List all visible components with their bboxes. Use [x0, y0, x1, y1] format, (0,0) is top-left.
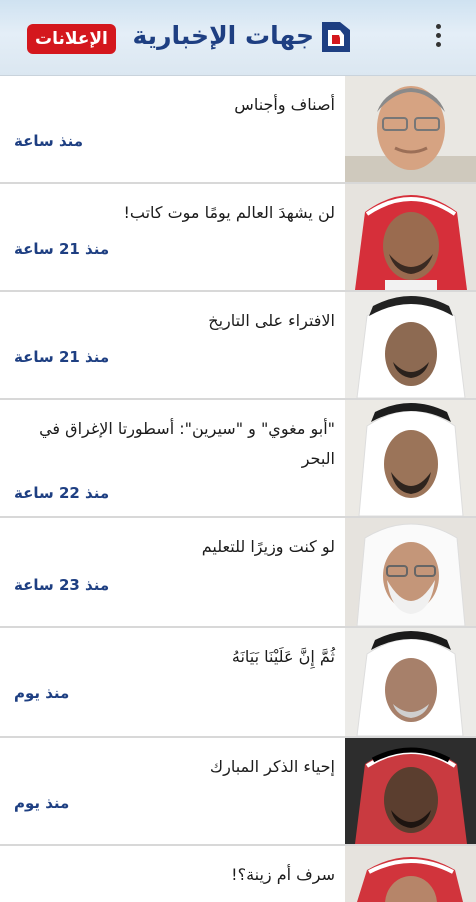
article-time: منذ يوم: [14, 794, 70, 812]
article-row[interactable]: الافتراء على التاريخ منذ 21 ساعة: [0, 292, 476, 400]
brand-logo-icon: [316, 18, 354, 56]
article-title[interactable]: "أبو مغوي" و "سيرين": أسطورتا الإغراق في…: [15, 414, 335, 474]
article-row[interactable]: لن يشهدَ العالم يومًا موت كاتب! منذ 21 س…: [0, 184, 476, 292]
article-row[interactable]: "أبو مغوي" و "سيرين": أسطورتا الإغراق في…: [0, 400, 476, 518]
article-title[interactable]: لن يشهدَ العالم يومًا موت كاتب!: [15, 198, 335, 228]
article-time: منذ 21 ساعة: [14, 240, 110, 258]
more-vert-icon[interactable]: [432, 24, 444, 54]
article-title[interactable]: ثُمَّ إِنَّ عَلَيْنَا بَيَانَهُ: [15, 642, 335, 672]
article-title[interactable]: إحياء الذكر المبارك: [15, 752, 335, 782]
article-title[interactable]: أصناف وأجناس: [15, 90, 335, 120]
article-row[interactable]: لو كنت وزيرًا للتعليم منذ 23 ساعة: [0, 518, 476, 628]
article-row[interactable]: ثُمَّ إِنَّ عَلَيْنَا بَيَانَهُ منذ يوم: [0, 628, 476, 738]
author-photo: [345, 292, 476, 398]
author-photo: [345, 628, 476, 736]
ads-button[interactable]: الإعلانات: [27, 24, 116, 54]
article-time: منذ 21 ساعة: [14, 348, 110, 366]
app-header: الإعلانات جهات الإخبارية: [0, 0, 476, 76]
author-photo: [345, 846, 476, 902]
article-time: منذ 23 ساعة: [14, 576, 110, 594]
article-row[interactable]: أصناف وأجناس منذ ساعة: [0, 76, 476, 184]
article-title[interactable]: سرف أم زينة؟!: [15, 860, 335, 890]
article-row[interactable]: إحياء الذكر المبارك منذ يوم: [0, 738, 476, 846]
article-title[interactable]: لو كنت وزيرًا للتعليم: [15, 532, 335, 562]
author-photo: [345, 184, 476, 290]
article-time: منذ 22 ساعة: [14, 484, 110, 502]
article-time: منذ يوم: [14, 684, 70, 702]
author-photo: [345, 400, 476, 516]
author-photo: [345, 518, 476, 626]
article-row[interactable]: سرف أم زينة؟!: [0, 846, 476, 902]
article-title[interactable]: الافتراء على التاريخ: [15, 306, 335, 336]
article-time: منذ ساعة: [14, 132, 84, 150]
author-photo: [345, 76, 476, 182]
author-photo: [345, 738, 476, 844]
brand-title: جهات الإخبارية: [132, 21, 314, 50]
